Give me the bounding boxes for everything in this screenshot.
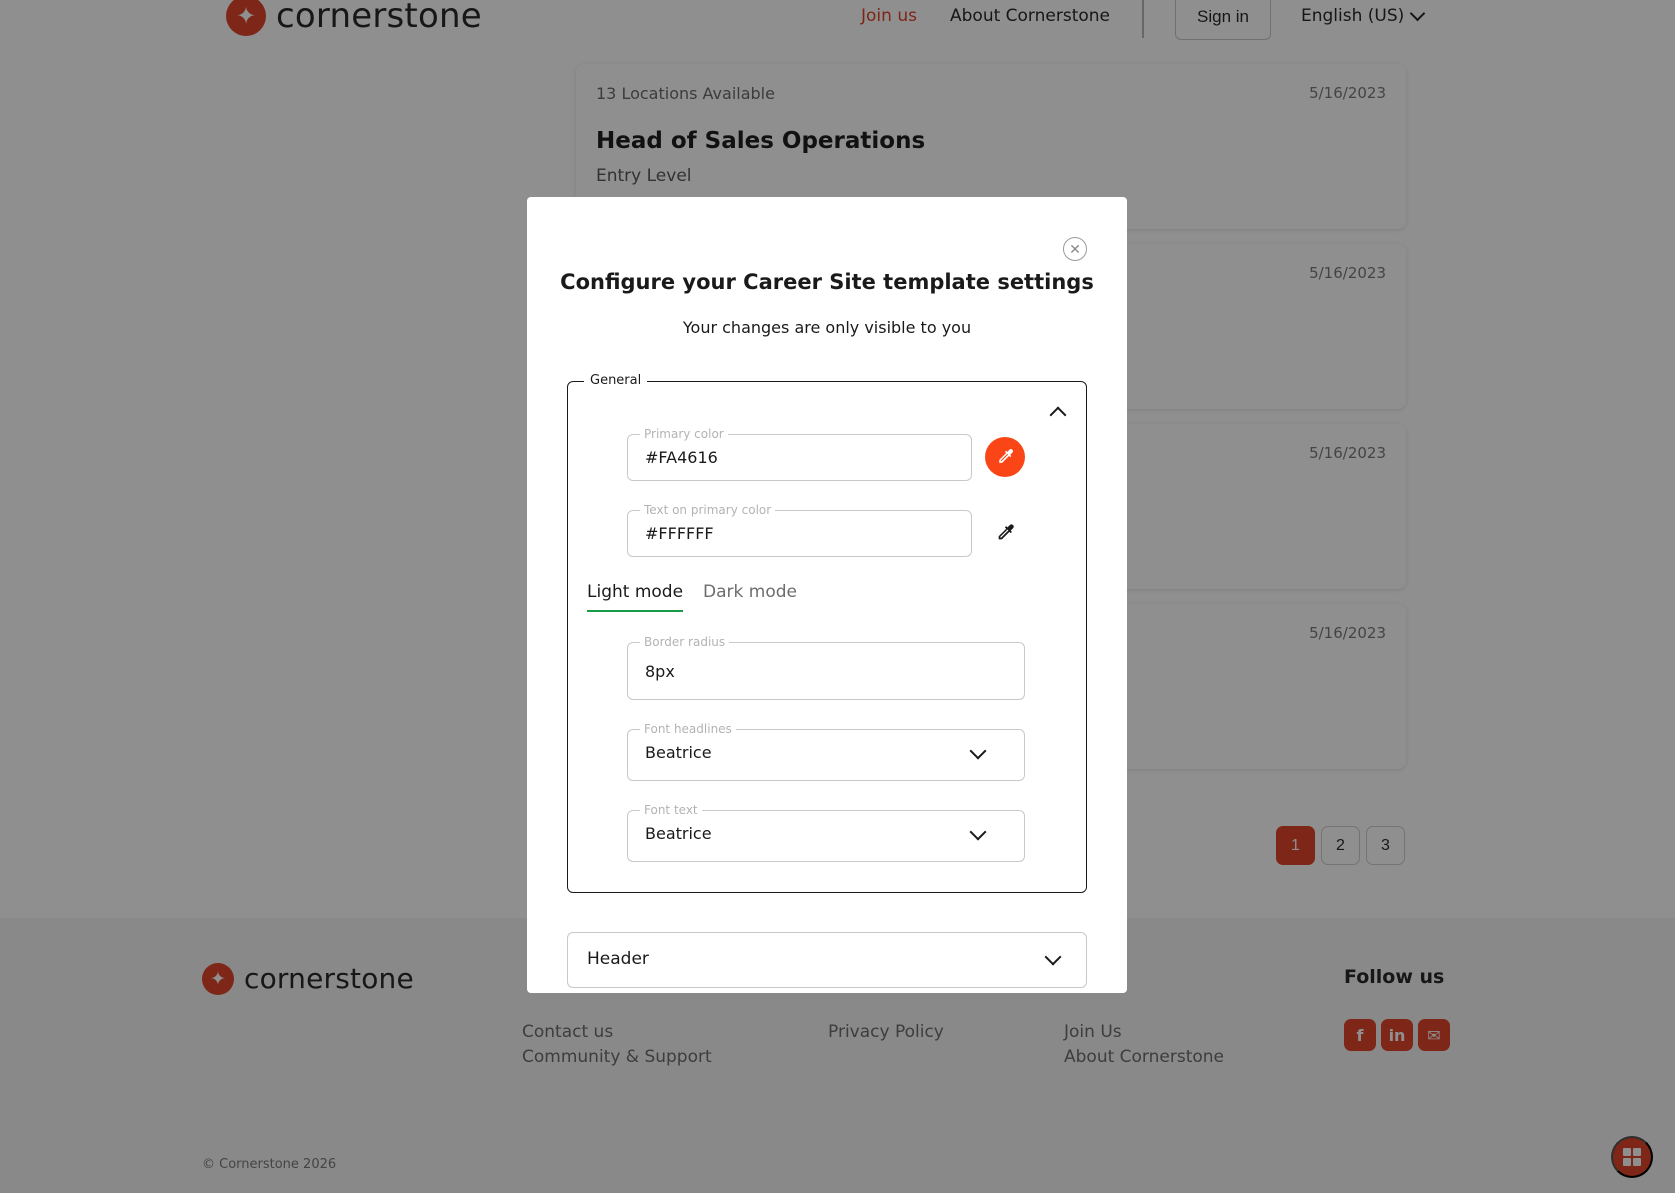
- header-section-label: Header: [587, 949, 649, 969]
- eyedropper-icon: [998, 524, 1014, 540]
- font-headlines-select[interactable]: Font headlines Beatrice: [627, 722, 1025, 781]
- font-text-value: Beatrice: [645, 824, 712, 843]
- font-text-select[interactable]: Font text Beatrice: [627, 803, 1025, 862]
- template-settings-modal: ✕ Configure your Career Site template se…: [527, 197, 1127, 993]
- close-button[interactable]: ✕: [1063, 237, 1087, 261]
- tab-light-mode[interactable]: Light mode: [587, 582, 684, 612]
- chevron-down-icon: [1044, 948, 1062, 966]
- general-legend: General: [584, 373, 648, 388]
- border-radius-input[interactable]: [645, 643, 962, 699]
- mode-tabs: Light mode Dark mode: [587, 582, 797, 612]
- text-on-primary-input[interactable]: [645, 511, 920, 556]
- collapse-general-button[interactable]: [1046, 400, 1070, 424]
- font-headlines-label: Font headlines: [640, 722, 736, 736]
- text-on-primary-field[interactable]: Text on primary color: [627, 503, 972, 557]
- primary-color-field[interactable]: Primary color: [627, 427, 972, 481]
- close-icon: ✕: [1069, 240, 1081, 257]
- tab-dark-mode[interactable]: Dark mode: [703, 582, 797, 612]
- chevron-down-icon: [969, 742, 987, 760]
- chevron-down-icon: [969, 823, 987, 841]
- font-text-label: Font text: [640, 803, 702, 817]
- chevron-up-icon: [1049, 406, 1067, 424]
- modal-subtitle: Your changes are only visible to you: [682, 318, 972, 337]
- font-headlines-value: Beatrice: [645, 743, 712, 762]
- border-radius-field[interactable]: Border radius: [627, 635, 1025, 700]
- primary-color-input[interactable]: [645, 435, 920, 480]
- modal-title: Configure your Career Site template sett…: [560, 270, 1094, 294]
- text-color-picker-button[interactable]: [985, 513, 1025, 553]
- eyedropper-icon: [999, 449, 1013, 463]
- primary-color-picker-button[interactable]: [985, 437, 1025, 477]
- header-section-accordion[interactable]: Header: [567, 932, 1087, 988]
